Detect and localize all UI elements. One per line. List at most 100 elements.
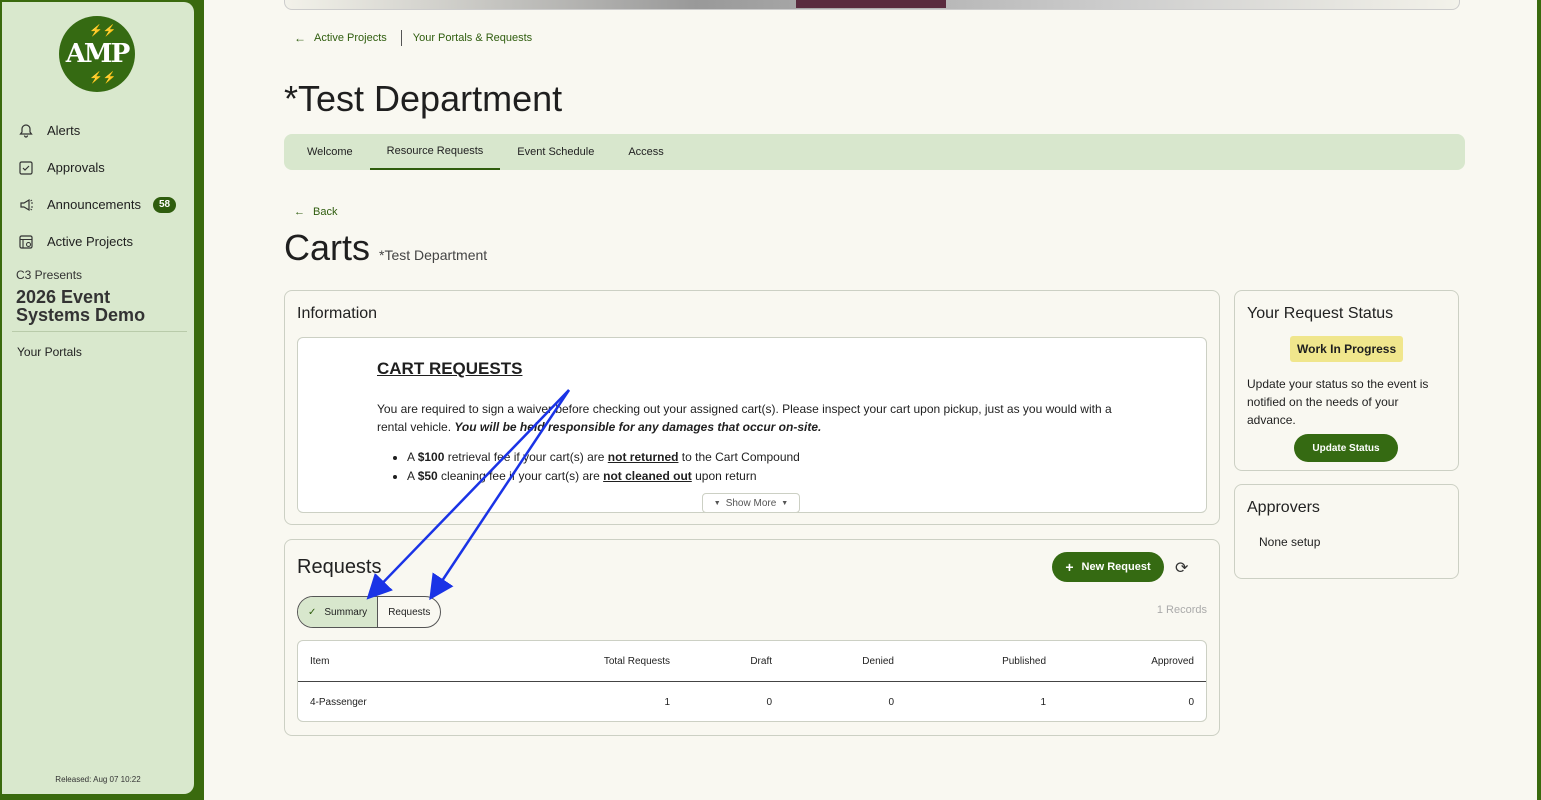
bullet-text: A bbox=[407, 469, 418, 483]
caret-down-icon: ▼ bbox=[713, 499, 721, 507]
paragraph-emphasis: You will be held responsible for any dam… bbox=[454, 420, 822, 434]
sidebar: ⚡⚡ AMP ⚡⚡ Alerts Approvals Announcements… bbox=[0, 2, 194, 794]
sidebar-item-approvals[interactable]: Approvals bbox=[2, 149, 194, 186]
arrow-left-icon: ← bbox=[294, 31, 306, 45]
table-row[interactable]: 4-Passenger 1 0 0 1 0 bbox=[298, 682, 1206, 722]
announcements-count-badge: 58 bbox=[152, 196, 177, 213]
sidebar-nav: Alerts Approvals Announcements 58 Active… bbox=[2, 112, 194, 260]
information-title: Information bbox=[297, 305, 378, 322]
sidebar-item-alerts[interactable]: Alerts bbox=[2, 112, 194, 149]
sidebar-item-label: Approvals bbox=[47, 160, 105, 175]
cell-approved: 0 bbox=[1188, 696, 1194, 708]
request-status-title: Your Request Status bbox=[1247, 305, 1394, 322]
cell-published: 1 bbox=[1040, 696, 1046, 708]
cart-requests-paragraph: You are required to sign a waiver before… bbox=[377, 400, 1137, 436]
list-item: A $100 retrieval fee if your cart(s) are… bbox=[407, 448, 800, 467]
status-badge: Work In Progress bbox=[1290, 336, 1404, 362]
fee-amount: $100 bbox=[417, 450, 445, 464]
bullet-text: retrieval fee if your cart(s) are bbox=[444, 450, 608, 464]
view-toggle: ✓ Summary Requests bbox=[297, 596, 442, 628]
records-count: 1 Records bbox=[1156, 604, 1207, 616]
bullet-text: to the Cart Compound bbox=[678, 450, 800, 464]
column-header-total: Total Requests bbox=[603, 655, 670, 667]
portal-tabs: Welcome Resource Requests Event Schedule… bbox=[284, 134, 1465, 170]
caret-down-icon: ▼ bbox=[781, 499, 789, 507]
checkmark-icon: ✓ bbox=[308, 606, 317, 618]
requests-toggle[interactable]: Requests bbox=[378, 597, 440, 627]
summary-toggle[interactable]: ✓ Summary bbox=[298, 597, 379, 627]
release-info: Released: Aug 07 10:22 bbox=[55, 775, 141, 784]
breadcrumb-your-portals[interactable]: Your Portals & Requests bbox=[413, 32, 532, 44]
spark-icon: ⚡⚡ bbox=[89, 71, 117, 84]
requests-label: Requests bbox=[388, 606, 431, 618]
bell-icon bbox=[18, 123, 34, 139]
sidebar-item-announcements[interactable]: Announcements 58 bbox=[2, 186, 194, 223]
sidebar-item-label: Announcements bbox=[47, 197, 141, 212]
status-description: Update your status so the event is notif… bbox=[1247, 377, 1429, 427]
breadcrumb-active-projects[interactable]: Active Projects bbox=[314, 32, 387, 44]
section-subtitle: *Test Department bbox=[379, 247, 488, 263]
approvers-card: Approvers None setup bbox=[1234, 484, 1459, 579]
back-label: Back bbox=[313, 206, 338, 218]
fee-amount: $50 bbox=[417, 469, 438, 483]
plus-icon: + bbox=[1065, 559, 1074, 575]
show-more-label: Show More bbox=[725, 497, 777, 509]
cart-requests-heading: CART REQUESTS bbox=[377, 359, 523, 378]
header-banner-image bbox=[796, 0, 946, 8]
bullet-text: A bbox=[407, 450, 418, 464]
spark-icon: ⚡⚡ bbox=[89, 24, 117, 37]
projects-icon bbox=[18, 234, 34, 250]
bullet-text: upon return bbox=[691, 469, 757, 483]
column-header-published: Published bbox=[1002, 655, 1046, 667]
checkbox-icon bbox=[18, 160, 34, 176]
tab-resource-requests[interactable]: Resource Requests bbox=[369, 134, 501, 170]
approvers-title: Approvers bbox=[1247, 499, 1320, 516]
request-status-card: Your Request Status Work In Progress Upd… bbox=[1234, 290, 1459, 471]
cell-denied: 0 bbox=[888, 696, 894, 708]
logo-text: AMP bbox=[65, 39, 131, 69]
column-header-item: Item bbox=[310, 655, 330, 667]
bullet-emphasis: not cleaned out bbox=[603, 469, 692, 483]
table-header: Item Total Requests Draft Denied Publish… bbox=[298, 641, 1206, 682]
new-request-label: New Request bbox=[1081, 561, 1151, 573]
section-title: Carts bbox=[284, 227, 371, 268]
back-link[interactable]: ← Back bbox=[294, 206, 337, 218]
amp-logo[interactable]: ⚡⚡ AMP ⚡⚡ bbox=[59, 16, 135, 92]
cell-item: 4-Passenger bbox=[310, 696, 367, 708]
sidebar-item-label: Alerts bbox=[47, 123, 81, 138]
cell-draft: 0 bbox=[766, 696, 772, 708]
refresh-icon[interactable]: ⟳ bbox=[1175, 558, 1188, 578]
fee-list: A $100 retrieval fee if your cart(s) are… bbox=[377, 448, 800, 486]
summary-label: Summary bbox=[324, 606, 368, 618]
list-item: A $50 cleaning fee if your cart(s) are n… bbox=[407, 467, 800, 486]
cell-total: 1 bbox=[664, 696, 670, 708]
requests-title: Requests bbox=[297, 556, 382, 578]
organization-name: C3 Presents bbox=[16, 268, 83, 282]
update-status-button[interactable]: Update Status bbox=[1294, 434, 1398, 462]
megaphone-icon bbox=[18, 197, 34, 213]
bullet-text: cleaning fee if your cart(s) are bbox=[437, 469, 604, 483]
breadcrumb-separator bbox=[400, 30, 402, 46]
page-title: *Test Department bbox=[284, 78, 563, 119]
bullet-emphasis: not returned bbox=[607, 450, 679, 464]
breadcrumb: ← Active Projects Your Portals & Request… bbox=[294, 30, 532, 46]
arrow-left-icon: ← bbox=[294, 206, 305, 218]
event-name: 2026 Event Systems Demo bbox=[16, 287, 146, 325]
main-content: ← Active Projects Your Portals & Request… bbox=[204, 0, 1537, 800]
column-header-draft: Draft bbox=[750, 655, 772, 667]
tab-access[interactable]: Access bbox=[611, 134, 680, 170]
column-header-denied: Denied bbox=[862, 655, 894, 667]
sidebar-item-your-portals[interactable]: Your Portals bbox=[17, 345, 82, 359]
tab-welcome[interactable]: Welcome bbox=[290, 134, 370, 170]
sidebar-divider bbox=[12, 331, 187, 332]
information-content: CART REQUESTS You are required to sign a… bbox=[297, 337, 1207, 513]
sidebar-item-active-projects[interactable]: Active Projects bbox=[2, 223, 194, 260]
summary-table: Item Total Requests Draft Denied Publish… bbox=[297, 640, 1207, 722]
requests-card: Requests + New Request ⟳ ✓ Summary Request… bbox=[284, 539, 1220, 736]
column-header-approved: Approved bbox=[1151, 655, 1194, 667]
tab-event-schedule[interactable]: Event Schedule bbox=[500, 134, 611, 170]
show-more-button[interactable]: ▼ Show More ▼ bbox=[702, 493, 800, 513]
approvers-text: None setup bbox=[1259, 535, 1321, 549]
new-request-button[interactable]: + New Request bbox=[1052, 552, 1164, 582]
information-card: Information CART REQUESTS You are requir… bbox=[284, 290, 1220, 525]
